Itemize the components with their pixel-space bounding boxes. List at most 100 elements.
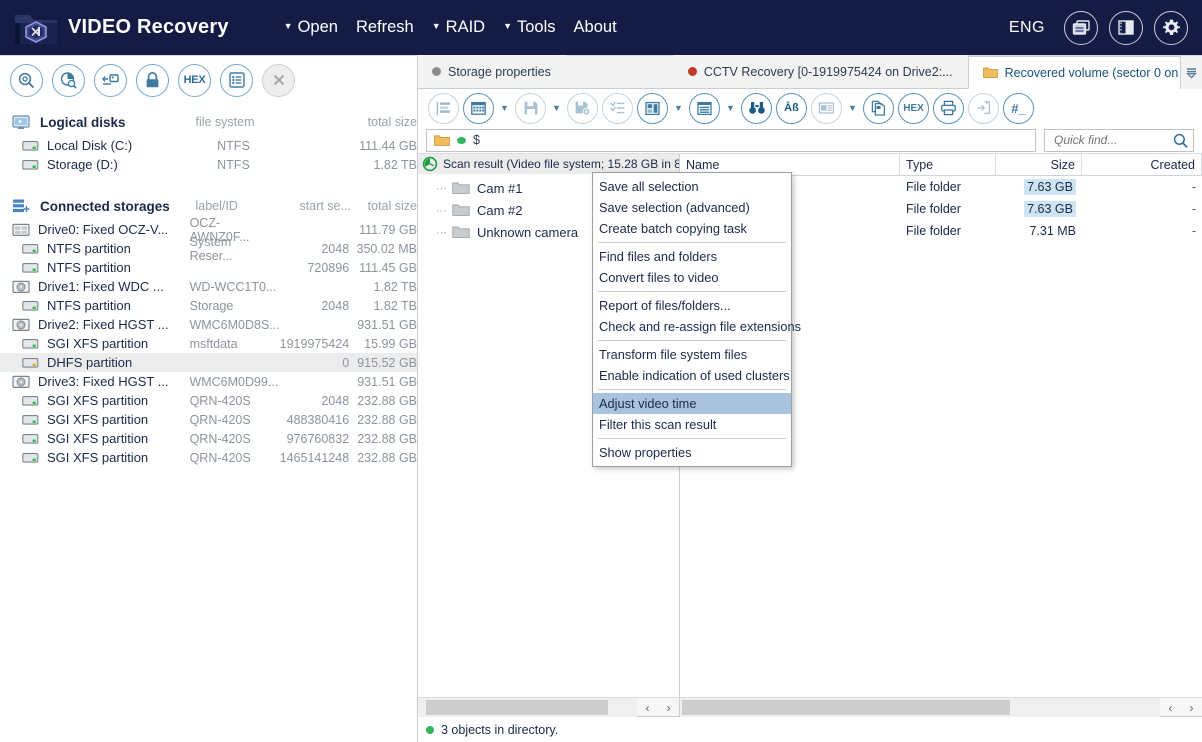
context-menu-item[interactable]: Find files and folders (593, 246, 791, 267)
storage-partition-row[interactable]: NTFS partition Storage 2048 1.82 TB (0, 296, 417, 315)
hdd-icon (12, 318, 30, 332)
explorer-view-icon[interactable] (428, 92, 459, 124)
list-hscrollbar[interactable]: ‹ › (680, 698, 1202, 717)
logical-disk-row[interactable]: Local Disk (C:) NTFS 111.44 GB (0, 136, 417, 155)
context-menu[interactable]: Save all selection Save selection (advanc… (592, 172, 801, 467)
chevron-down-icon[interactable]: ▼ (498, 103, 511, 113)
storage-partition-row[interactable]: SGI XFS partition QRN-420S 2048 232.88 GB (0, 391, 417, 410)
context-menu-separator (598, 389, 786, 390)
scroll-right-arrow-icon[interactable]: › (1181, 698, 1202, 717)
storage-row-name: Drive1: Fixed WDC ... (38, 279, 164, 294)
storage-row-start: 488380416 (286, 412, 350, 427)
storage-partition-row[interactable]: NTFS partition System Reser... 2048 350.02 … (0, 235, 417, 263)
chevron-down-icon[interactable]: ▼ (846, 103, 859, 113)
scroll-right-arrow-icon[interactable]: › (658, 698, 679, 717)
storage-row-name: SGI XFS partition (47, 431, 149, 446)
context-menu-item[interactable]: Convert files to video (593, 267, 791, 288)
context-menu-item[interactable]: Report of files/folders... (593, 295, 791, 316)
context-menu-item[interactable]: Filter this scan result (593, 414, 791, 435)
address-bar[interactable]: $ (426, 128, 1036, 152)
close-icon[interactable] (262, 63, 295, 97)
context-menu-item[interactable]: Save all selection (593, 176, 791, 197)
panel-layout-icon[interactable] (1109, 10, 1143, 45)
context-menu-item[interactable]: Create batch copying task (593, 218, 791, 239)
hex-view-icon[interactable]: HEX (898, 92, 929, 124)
save-advanced-icon[interactable] (567, 92, 598, 124)
quick-find-box[interactable] (1044, 128, 1194, 152)
chevron-down-icon[interactable]: ▼ (724, 103, 737, 113)
chevron-down-icon[interactable]: ▼ (672, 103, 685, 113)
find-files-icon[interactable] (741, 92, 772, 124)
logical-disk-row[interactable]: Storage (D:) NTFS 1.82 TB (0, 155, 417, 174)
tree-scroll-thumb[interactable] (426, 700, 608, 715)
scan-icon[interactable] (10, 63, 43, 97)
menu-about[interactable]: About (565, 14, 626, 41)
disk-copy-icon[interactable] (94, 63, 127, 97)
context-menu-item[interactable]: Enable indication of used clusters (593, 365, 791, 386)
storage-row-name: Drive0: Fixed OCZ-V... (38, 222, 169, 237)
partition-view-icon[interactable] (637, 92, 668, 124)
column-header-type[interactable]: Type (900, 153, 996, 176)
storage-row-label: msftdata (189, 336, 238, 351)
text-encoding-icon[interactable]: Āß (776, 92, 807, 124)
address-status-dot (457, 136, 466, 144)
storage-partition-row[interactable]: SGI XFS partition QRN-420S 488380416 232.88… (0, 410, 417, 429)
storage-partition-row[interactable]: SGI XFS partition QRN-420S 1465141248 232.8… (0, 448, 417, 467)
gear-icon[interactable] (1154, 10, 1188, 45)
menu-refresh[interactable]: Refresh (347, 14, 423, 41)
menu-raid-label: RAID (445, 18, 486, 36)
save-icon[interactable] (515, 92, 546, 124)
storage-drive-row[interactable]: Drive2: Fixed HGST ... WMC6M0D8S... 931.51… (0, 315, 417, 334)
tab-storage-properties[interactable]: Storage properties (418, 55, 566, 88)
context-menu-item[interactable]: Adjust video time (593, 393, 791, 414)
storage-partition-row[interactable]: SGI XFS partition QRN-420S 976760832 232.88… (0, 429, 417, 448)
chevron-down-icon[interactable]: ▼ (550, 103, 563, 113)
numbering-icon[interactable]: #_ (1003, 92, 1034, 124)
scroll-left-arrow-icon[interactable]: ‹ (637, 698, 658, 717)
column-header-size[interactable]: Size (996, 153, 1082, 176)
scroll-left-arrow-icon[interactable]: ‹ (1160, 698, 1181, 717)
tab-recovered-volume[interactable]: Recovered volume (sector 0 on Drive... ✕ (967, 56, 1202, 89)
storage-drive-row[interactable]: Drive1: Fixed WDC ... WD-WCC1T0... 1.82 TB (0, 277, 417, 296)
transform-icon[interactable] (968, 92, 999, 124)
hex-editor-icon[interactable]: HEX (178, 63, 211, 97)
print-icon[interactable] (933, 92, 964, 124)
tree-hscrollbar[interactable]: ‹ › (418, 698, 680, 717)
menu-raid[interactable]: ▼ RAID (423, 14, 494, 41)
list-scroll-track[interactable] (680, 698, 1160, 717)
menu-open[interactable]: ▼ Open (275, 14, 347, 41)
search-icon[interactable] (1172, 132, 1189, 149)
menu-tools[interactable]: ▼ Tools (494, 14, 564, 41)
storage-partition-row[interactable]: DHFS partition 0 915.52 GB (0, 353, 417, 372)
tab-list-menu-icon[interactable] (1180, 56, 1202, 89)
status-dot-icon (426, 725, 434, 734)
tab-cctv-recovery[interactable]: CCTV Recovery [0-1919975424 on Drive2:..… (673, 55, 968, 88)
tree-scroll-track[interactable] (418, 698, 637, 717)
language-selector[interactable]: ENG (1009, 19, 1045, 37)
disk-map-icon[interactable] (463, 92, 494, 124)
properties-icon[interactable] (220, 63, 253, 97)
context-menu-item[interactable]: Transform file system files (593, 344, 791, 365)
scan-result-label: Scan result (Video file system; 15.28 GB… (443, 157, 679, 171)
storage-partition-row[interactable]: SGI XFS partition msftdata 1919975424 15.99… (0, 334, 417, 353)
list-scroll-thumb[interactable] (682, 700, 1010, 715)
context-menu-item[interactable]: Show properties (593, 442, 791, 463)
column-header-created[interactable]: Created (1082, 153, 1202, 176)
search-input[interactable] (1052, 132, 1172, 148)
context-menu-item[interactable]: Save selection (advanced) (593, 197, 791, 218)
copy-files-icon[interactable] (863, 92, 894, 124)
address-path: $ (473, 133, 480, 147)
batch-task-icon[interactable] (602, 92, 633, 124)
file-row-created: - (1191, 202, 1196, 216)
group-logical-disks[interactable]: Logical disks file system total size (0, 108, 417, 136)
disk-scan-icon[interactable] (52, 63, 85, 97)
tree-node-cam1-label: Cam #1 (477, 180, 523, 196)
windows-list-icon[interactable] (1064, 10, 1098, 45)
file-list-icon[interactable] (689, 92, 720, 124)
storage-row-name: SGI XFS partition (47, 450, 149, 465)
context-menu-item[interactable]: Check and re-assign file extensions (593, 316, 801, 337)
preview-icon[interactable] (811, 92, 842, 124)
scan-result-root[interactable]: Scan result (Video file system; 15.28 GB… (418, 154, 679, 174)
storage-drive-row[interactable]: Drive3: Fixed HGST ... WMC6M0D99... 931.51… (0, 372, 417, 391)
lock-icon[interactable] (136, 63, 169, 97)
